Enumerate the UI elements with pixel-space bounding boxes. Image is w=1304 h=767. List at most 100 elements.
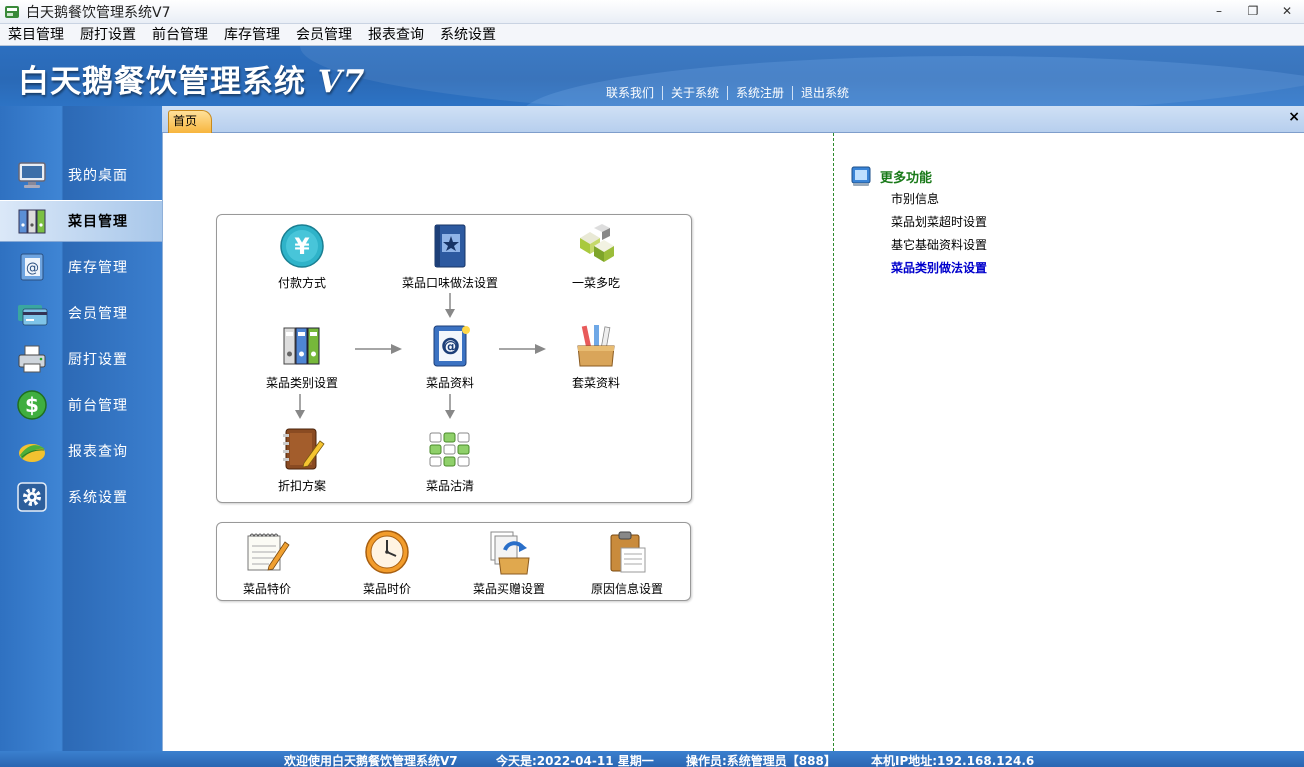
tool-box-icon — [577, 325, 615, 367]
menu-inventory[interactable]: 库存管理 — [216, 24, 288, 46]
svg-text:$: $ — [25, 393, 39, 417]
menu-member[interactable]: 会员管理 — [288, 24, 360, 46]
status-welcome: 欢迎使用白天鹅餐饮管理系统V7 — [284, 754, 458, 767]
status-date: 今天是:2022-04-11 星期一 — [496, 754, 654, 767]
dish-info-button[interactable]: @ 菜品资料 — [395, 322, 505, 391]
about-link[interactable]: 关于系统 — [662, 86, 727, 100]
time-price-button[interactable]: 菜品时价 — [332, 528, 442, 597]
app-version: V7 — [317, 64, 366, 100]
sidebar-item-dish[interactable]: 菜目管理 — [0, 200, 162, 242]
category-settings-button[interactable]: 菜品类别设置 — [247, 322, 357, 391]
more-functions: 更多功能 市别信息 菜品划菜超时设置 基它基础资料设置 菜品类别做法设置 — [850, 164, 987, 280]
taste-settings-label: 菜品口味做法设置 — [401, 276, 498, 290]
menu-kitchen-print[interactable]: 厨打设置 — [72, 24, 144, 46]
box-refresh-icon — [490, 531, 530, 575]
header-banner: 白天鹅餐饮管理系统 V7 联系我们 关于系统 系统注册 退出系统 — [0, 46, 1304, 106]
arrow-down-icon — [445, 293, 455, 318]
more-functions-header: 更多功能 — [850, 164, 987, 188]
sidebar: 我的桌面 菜目管理 @ 库存管理 会员管理 厨打设置 $ 前台管理 报表查询 系… — [0, 106, 162, 751]
one-dish-multi-label: 一菜多吃 — [571, 276, 620, 290]
cubes-icon — [580, 224, 614, 262]
sidebar-label: 菜目管理 — [68, 214, 128, 230]
sidebar-item-desktop[interactable]: 我的桌面 — [0, 154, 162, 196]
monitor-icon — [18, 162, 46, 188]
combo-info-button[interactable]: 套菜资料 — [541, 322, 651, 391]
sidebar-item-reports[interactable]: 报表查询 — [0, 430, 162, 472]
clock-icon — [365, 530, 409, 574]
tab-home[interactable]: 首页 — [168, 110, 212, 133]
buy-gift-button[interactable]: 菜品买赠设置 — [454, 528, 564, 597]
taste-settings-button[interactable]: 菜品口味做法设置 — [395, 222, 505, 291]
restore-button[interactable]: ❐ — [1236, 0, 1270, 22]
more-link-timeout[interactable]: 菜品划菜超时设置 — [891, 211, 987, 234]
buy-gift-label: 菜品买赠设置 — [472, 582, 545, 596]
yen-coin-icon: ¥ — [280, 224, 324, 268]
more-link-category-method[interactable]: 菜品类别做法设置 — [891, 257, 987, 280]
discount-plan-label: 折扣方案 — [277, 479, 326, 493]
sidebar-item-kitchen-print[interactable]: 厨打设置 — [0, 338, 162, 380]
menu-reports[interactable]: 报表查询 — [360, 24, 432, 46]
more-link-market-info[interactable]: 市别信息 — [891, 188, 987, 211]
address-book-icon: @ — [20, 253, 44, 281]
contact-link[interactable]: 联系我们 — [598, 86, 662, 100]
tab-strip: 首页 × — [162, 106, 1304, 133]
sidebar-item-inventory[interactable]: @ 库存管理 — [0, 246, 162, 288]
exit-link[interactable]: 退出系统 — [792, 86, 857, 100]
more-link-other-basic[interactable]: 基它基础资料设置 — [891, 234, 987, 257]
gear-icon — [17, 482, 47, 512]
discount-plan-button[interactable]: 折扣方案 — [247, 425, 357, 494]
window-title: 白天鹅餐饮管理系统V7 — [26, 4, 171, 21]
dollar-icon: $ — [17, 390, 47, 420]
sidebar-label: 系统设置 — [68, 490, 128, 506]
status-ip: 本机IP地址:192.168.124.6 — [871, 754, 1035, 767]
title-bar: 白天鹅餐饮管理系统V7 – ❐ ✕ — [0, 0, 1304, 24]
menu-settings[interactable]: 系统设置 — [432, 24, 504, 46]
leaf-icon — [19, 444, 45, 462]
arrow-right-icon — [355, 344, 402, 354]
binders-icon — [18, 209, 46, 234]
category-settings-label: 菜品类别设置 — [265, 376, 338, 390]
address-book-icon: @ — [433, 325, 470, 367]
menu-dish[interactable]: 菜目管理 — [0, 24, 72, 46]
clipboard-icon — [610, 531, 646, 573]
sidebar-item-front-desk[interactable]: $ 前台管理 — [0, 384, 162, 426]
arrow-down-icon — [445, 394, 455, 419]
menu-bar: 菜目管理 厨打设置 前台管理 库存管理 会员管理 报表查询 系统设置 — [0, 24, 1304, 46]
sidebar-label: 我的桌面 — [68, 168, 128, 184]
sold-out-button[interactable]: 菜品沽清 — [395, 425, 505, 494]
reason-settings-label: 原因信息设置 — [590, 582, 663, 596]
minimize-button[interactable]: – — [1202, 0, 1236, 22]
register-link[interactable]: 系统注册 — [727, 86, 792, 100]
notebook-pencil-icon — [283, 428, 325, 470]
book-star-icon — [434, 224, 466, 268]
binders-icon — [283, 327, 320, 365]
arrow-down-icon — [295, 394, 305, 419]
close-button[interactable]: ✕ — [1270, 0, 1304, 22]
reason-settings-button[interactable]: 原因信息设置 — [572, 528, 682, 597]
menu-front-desk[interactable]: 前台管理 — [144, 24, 216, 46]
special-price-button[interactable]: 菜品特价 — [212, 528, 322, 597]
sold-out-label: 菜品沽清 — [425, 479, 474, 493]
time-price-label: 菜品时价 — [362, 582, 411, 596]
tab-close-icon[interactable]: × — [1288, 109, 1300, 125]
one-dish-multi-button[interactable]: 一菜多吃 — [541, 222, 651, 291]
sidebar-item-member[interactable]: 会员管理 — [0, 292, 162, 334]
app-title-text: 白天鹅餐饮管理系统 — [18, 64, 306, 100]
combo-info-label: 套菜资料 — [571, 376, 620, 390]
app-title: 白天鹅餐饮管理系统 V7 — [18, 56, 365, 101]
monitor-icon — [851, 166, 871, 186]
more-functions-title: 更多功能 — [880, 170, 933, 186]
notepad-pen-icon — [247, 533, 290, 571]
app-icon — [5, 5, 19, 18]
special-price-label: 菜品特价 — [242, 582, 291, 596]
content-divider — [833, 133, 834, 751]
sidebar-label: 库存管理 — [68, 260, 128, 276]
svg-text:¥: ¥ — [294, 235, 310, 260]
sidebar-item-settings[interactable]: 系统设置 — [0, 476, 162, 518]
credit-card-icon — [18, 305, 48, 326]
status-operator: 操作员:系统管理员【888】 — [686, 754, 836, 767]
payment-method-button[interactable]: ¥ 付款方式 — [247, 222, 357, 291]
payment-method-label: 付款方式 — [277, 276, 326, 290]
dish-info-label: 菜品资料 — [425, 376, 474, 390]
status-bar: 欢迎使用白天鹅餐饮管理系统V7 今天是:2022-04-11 星期一 操作员:系… — [0, 751, 1304, 767]
